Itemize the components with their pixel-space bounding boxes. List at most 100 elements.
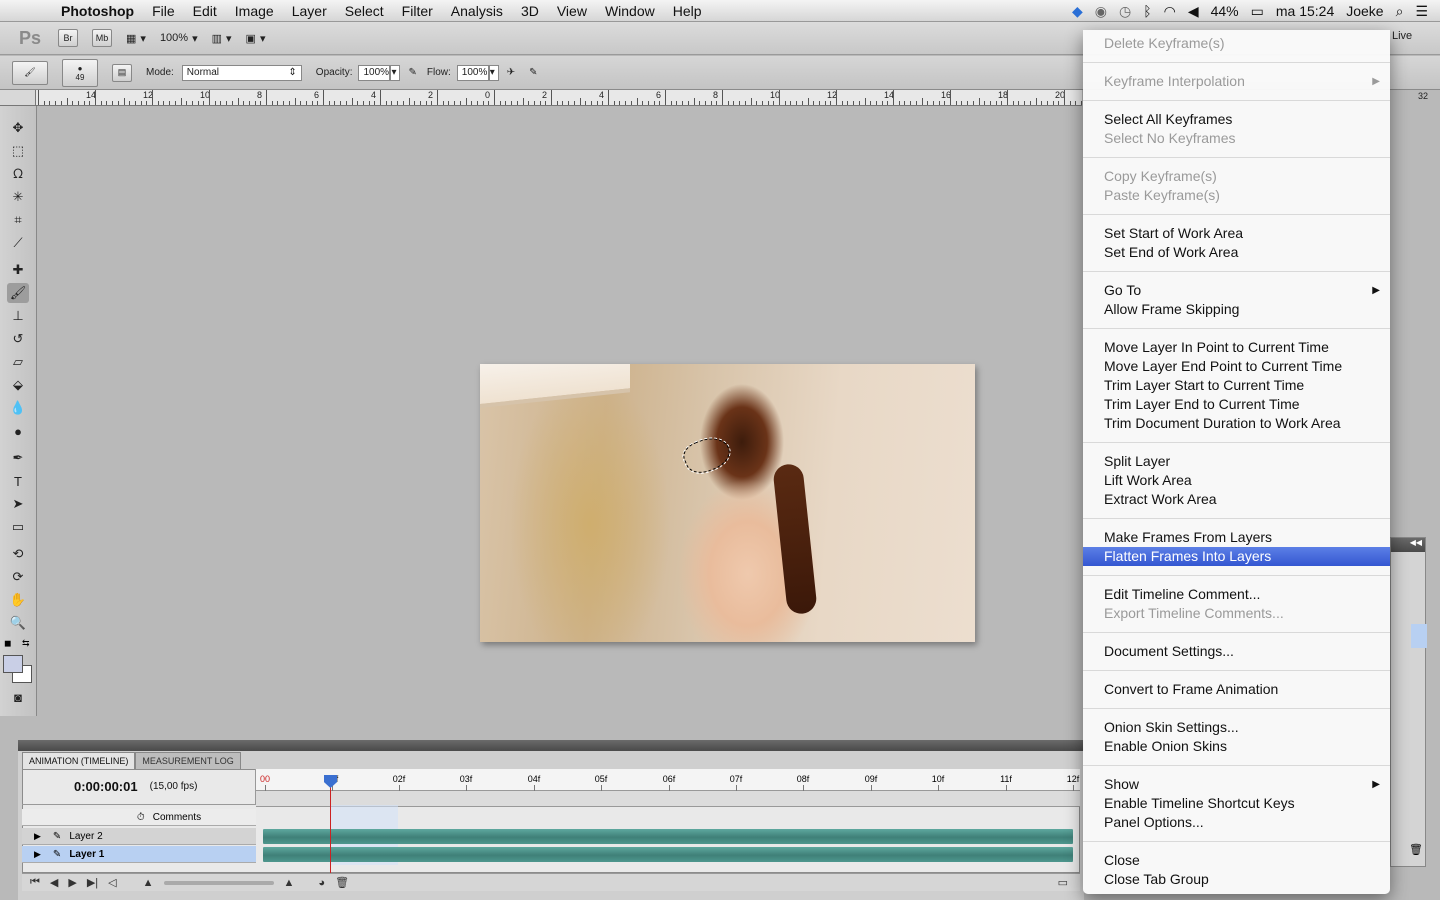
menu-item-onion-skin-settings[interactable]: Onion Skin Settings...: [1083, 718, 1390, 737]
shape-tool-icon[interactable]: ▭: [7, 517, 29, 537]
expand-triangle-icon[interactable]: ▶: [34, 849, 41, 860]
tablet-opacity-icon[interactable]: ✎: [408, 67, 416, 78]
swap-colors-icon[interactable]: ⇆: [22, 638, 30, 649]
layer-row-selected[interactable]: ▶ ✎ Layer 1: [22, 846, 256, 863]
flow-dropdown[interactable]: ▾: [488, 64, 499, 81]
crop-tool-icon[interactable]: ⌗: [7, 210, 29, 230]
menu-window[interactable]: Window: [596, 3, 664, 19]
wifi-icon[interactable]: ◠: [1164, 3, 1176, 20]
eyedropper-tool-icon[interactable]: ⟋: [7, 233, 29, 253]
collapse-icon[interactable]: ◀◀: [1391, 538, 1425, 552]
tab-animation-timeline[interactable]: ANIMATION (TIMELINE): [22, 752, 136, 769]
menu-item-enable-onion-skins[interactable]: Enable Onion Skins: [1083, 737, 1390, 756]
menu-file[interactable]: File: [143, 3, 184, 19]
menu-item-show[interactable]: Show ▶: [1083, 775, 1390, 794]
onion-skin-icon[interactable]: ◕: [318, 877, 325, 889]
screen-mode-dropdown[interactable]: ▣ ▾: [246, 32, 266, 45]
menu-item-set-start-of-work-area[interactable]: Set Start of Work Area: [1083, 224, 1390, 243]
quick-selection-tool-icon[interactable]: ✳: [7, 187, 29, 207]
quick-mask-icon[interactable]: ◙: [7, 687, 29, 707]
sync-icon[interactable]: ◉: [1095, 3, 1107, 20]
brush-preset-picker[interactable]: ● 49: [62, 58, 98, 87]
menu-item-trim-layer-end-to-current-time[interactable]: Trim Layer End to Current Time: [1083, 395, 1390, 414]
cs-live-label[interactable]: Live: [1392, 30, 1412, 42]
previous-frame-icon[interactable]: ◀: [50, 876, 58, 889]
paint-bucket-tool-icon[interactable]: ⬙: [7, 375, 29, 395]
battery-icon[interactable]: ▭: [1251, 3, 1264, 20]
menu-item-set-end-of-work-area[interactable]: Set End of Work Area: [1083, 243, 1390, 262]
type-tool-icon[interactable]: T: [7, 471, 29, 491]
first-frame-icon[interactable]: ⏮: [30, 876, 40, 889]
current-time-display[interactable]: 0:00:00:01 (15,00 fps): [22, 769, 256, 805]
menu-item-enable-timeline-shortcut-keys[interactable]: Enable Timeline Shortcut Keys: [1083, 794, 1390, 813]
menu-filter[interactable]: Filter: [393, 3, 442, 19]
menu-item-close-tab-group[interactable]: Close Tab Group: [1083, 870, 1390, 889]
flow-input[interactable]: 100%: [456, 64, 489, 81]
ruler-origin[interactable]: [0, 90, 36, 106]
spotlight-icon[interactable]: ⌕: [1396, 3, 1404, 20]
zoom-in-icon[interactable]: ▲: [284, 877, 295, 889]
menu-item-convert-to-frame-animation[interactable]: Convert to Frame Animation: [1083, 680, 1390, 699]
list-icon[interactable]: ☰: [1415, 3, 1428, 20]
airbrush-icon[interactable]: ✈: [507, 67, 515, 78]
zoom-out-icon[interactable]: ▲: [143, 877, 154, 889]
time-machine-icon[interactable]: ◷: [1119, 3, 1131, 20]
menu-item-close[interactable]: Close: [1083, 851, 1390, 870]
clock[interactable]: ma 15:24: [1276, 3, 1334, 19]
menu-item-edit-timeline-comment[interactable]: Edit Timeline Comment...: [1083, 585, 1390, 604]
menu-item-document-settings[interactable]: Document Settings...: [1083, 642, 1390, 661]
convert-frames-icon[interactable]: ▭: [1058, 876, 1068, 889]
next-frame-icon[interactable]: ▶|: [87, 876, 98, 889]
menu-app-photoshop[interactable]: Photoshop: [52, 3, 143, 19]
menu-item-split-layer[interactable]: Split Layer: [1083, 452, 1390, 471]
healing-brush-tool-icon[interactable]: ✚: [7, 260, 29, 280]
view-extras-dropdown[interactable]: ▦ ▾: [126, 32, 146, 45]
expand-triangle-icon[interactable]: ▶: [34, 831, 41, 842]
lasso-selection[interactable]: [678, 430, 736, 480]
lasso-tool-icon[interactable]: ᘯ: [7, 164, 29, 184]
hand-tool-icon[interactable]: ✋: [7, 590, 29, 610]
zoom-slider[interactable]: [163, 880, 274, 885]
layer-duration-bar[interactable]: [263, 829, 1073, 844]
layer-row[interactable]: ▶ ✎ Layer 2: [22, 828, 256, 845]
brush-panel-toggle[interactable]: ▤: [112, 63, 132, 82]
3d-rotate-tool-icon[interactable]: ⟲: [7, 544, 29, 564]
volume-icon[interactable]: ◀: [1188, 3, 1199, 20]
arrange-documents-dropdown[interactable]: ▥ ▾: [212, 32, 232, 45]
tool-preset-picker[interactable]: 🖌: [12, 60, 48, 85]
menu-item-select-all-keyframes[interactable]: Select All Keyframes: [1083, 110, 1390, 129]
menu-image[interactable]: Image: [226, 3, 283, 19]
menu-item-trim-document-duration-to-work-area[interactable]: Trim Document Duration to Work Area: [1083, 414, 1390, 433]
menu-view[interactable]: View: [548, 3, 596, 19]
layer-duration-bar[interactable]: [263, 847, 1073, 862]
menu-item-go-to[interactable]: Go To ▶: [1083, 281, 1390, 300]
opacity-dropdown[interactable]: ▾: [390, 64, 401, 81]
menu-item-flatten-frames-into-layers[interactable]: Flatten Frames Into Layers: [1083, 547, 1390, 566]
timeline-titlebar[interactable]: [18, 740, 1084, 751]
trash-icon[interactable]: 🗑: [1409, 843, 1423, 856]
comments-row[interactable]: ⏱ Comments: [22, 809, 256, 826]
mode-select[interactable]: Normal ⇕: [181, 64, 302, 81]
menu-3d[interactable]: 3D: [512, 3, 548, 19]
menu-analysis[interactable]: Analysis: [442, 3, 512, 19]
clone-stamp-tool-icon[interactable]: ⊥: [7, 306, 29, 326]
bridge-button[interactable]: Br: [58, 29, 78, 47]
document-canvas[interactable]: [480, 364, 975, 642]
tablet-size-icon[interactable]: ✎: [529, 67, 537, 78]
menu-item-make-frames-from-layers[interactable]: Make Frames From Layers: [1083, 528, 1390, 547]
bluetooth-icon[interactable]: ᛒ: [1143, 3, 1151, 19]
menu-item-move-layer-in-point-to-current-time[interactable]: Move Layer In Point to Current Time: [1083, 338, 1390, 357]
tab-measurement-log[interactable]: MEASUREMENT LOG: [135, 752, 241, 769]
dropbox-icon[interactable]: ◆: [1072, 3, 1083, 20]
menu-select[interactable]: Select: [336, 3, 393, 19]
zoom-tool-icon[interactable]: 🔍: [7, 613, 29, 633]
menu-item-allow-frame-skipping[interactable]: Allow Frame Skipping: [1083, 300, 1390, 319]
menu-layer[interactable]: Layer: [283, 3, 336, 19]
dodge-tool-icon[interactable]: ●: [7, 421, 29, 441]
menu-item-extract-work-area[interactable]: Extract Work Area: [1083, 490, 1390, 509]
path-selection-tool-icon[interactable]: ➤: [7, 494, 29, 514]
blur-tool-icon[interactable]: 💧: [7, 398, 29, 418]
menu-item-lift-work-area[interactable]: Lift Work Area: [1083, 471, 1390, 490]
3d-orbit-tool-icon[interactable]: ⟳: [7, 567, 29, 587]
timeline-ruler[interactable]: 00 01f 02f 03f 04f 05f 06f 07f 08f 09f 1…: [256, 769, 1080, 791]
